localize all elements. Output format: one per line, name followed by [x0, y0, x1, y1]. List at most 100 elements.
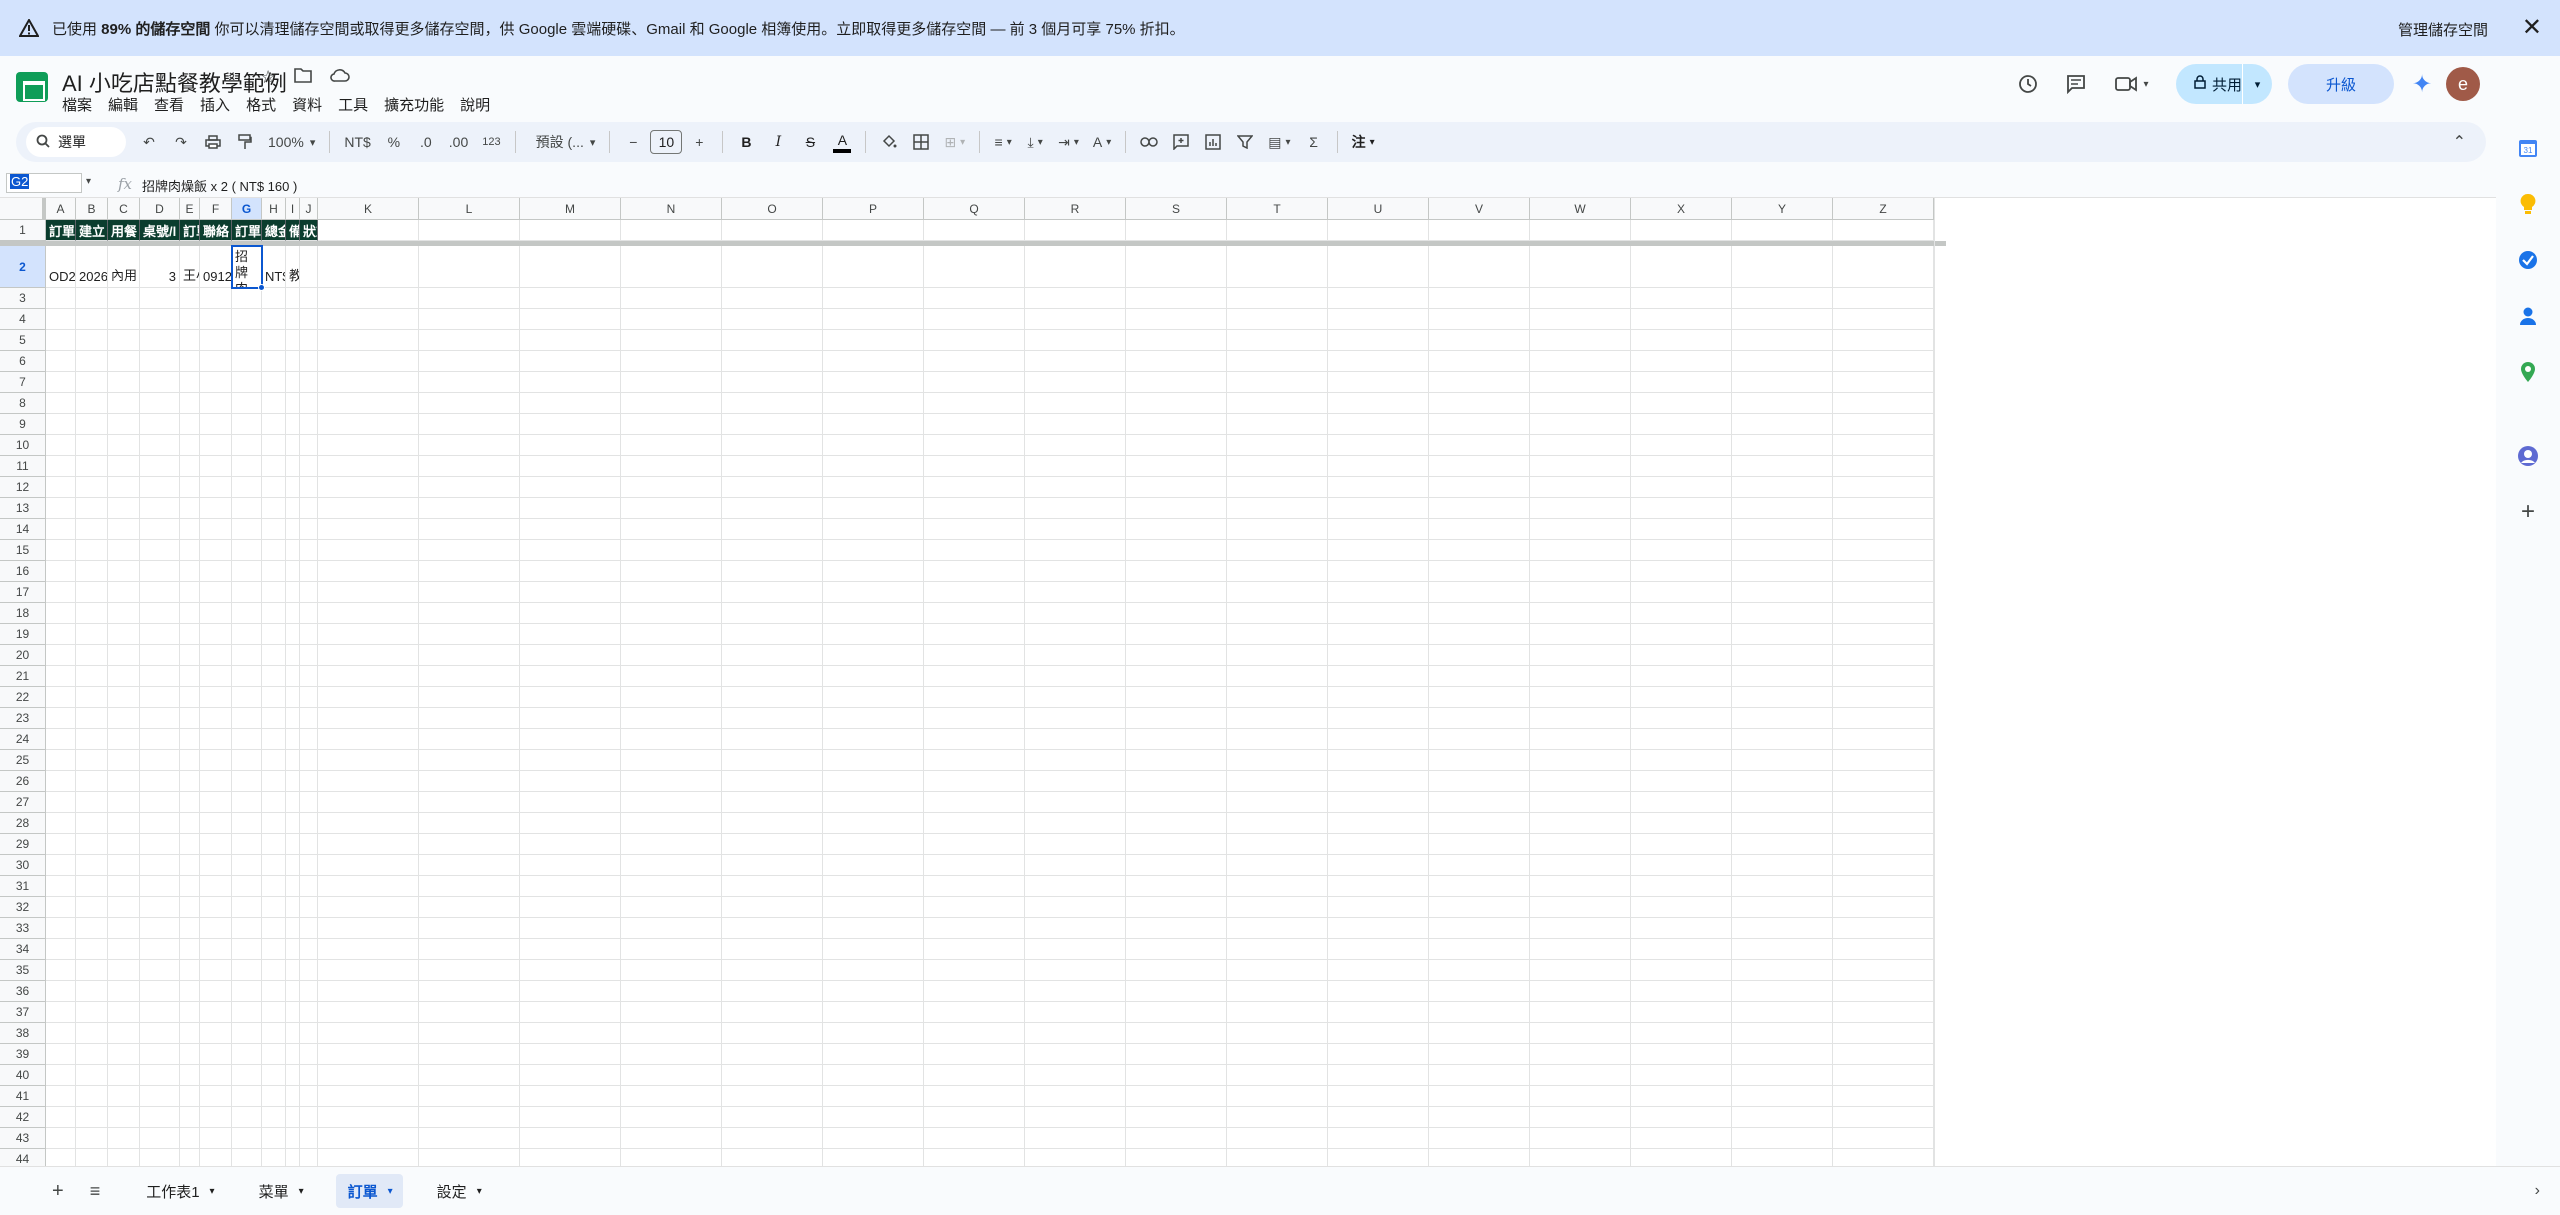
empty-cell[interactable]: [621, 813, 722, 834]
empty-cell[interactable]: [232, 918, 262, 939]
header-cell[interactable]: 建立: [76, 220, 108, 241]
empty-cell[interactable]: [1732, 435, 1833, 456]
empty-cell[interactable]: [286, 729, 300, 750]
empty-cell[interactable]: [1732, 855, 1833, 876]
empty-cell[interactable]: [108, 351, 140, 372]
empty-cell[interactable]: [1025, 624, 1126, 645]
data-cell[interactable]: 3: [140, 246, 180, 288]
empty-cell[interactable]: [1631, 1107, 1732, 1128]
comments-icon[interactable]: [2056, 64, 2096, 104]
empty-cell[interactable]: [823, 771, 924, 792]
empty-cell[interactable]: [318, 477, 419, 498]
empty-cell[interactable]: [76, 1002, 108, 1023]
empty-cell[interactable]: [318, 1149, 419, 1166]
empty-cell[interactable]: [621, 834, 722, 855]
empty-cell[interactable]: [1429, 220, 1530, 241]
empty-cell[interactable]: [621, 939, 722, 960]
empty-cell[interactable]: [1025, 330, 1126, 351]
empty-cell[interactable]: [520, 351, 621, 372]
empty-cell[interactable]: [76, 897, 108, 918]
empty-cell[interactable]: [286, 288, 300, 309]
empty-cell[interactable]: [924, 330, 1025, 351]
empty-cell[interactable]: [924, 750, 1025, 771]
empty-cell[interactable]: [1631, 309, 1732, 330]
data-cell[interactable]: 王小: [180, 246, 200, 288]
empty-cell[interactable]: [46, 435, 76, 456]
header-cell[interactable]: 訂單: [46, 220, 76, 241]
empty-cell[interactable]: [300, 435, 318, 456]
empty-cell[interactable]: [1429, 1023, 1530, 1044]
empty-cell[interactable]: [286, 414, 300, 435]
empty-cell[interactable]: [823, 330, 924, 351]
empty-cell[interactable]: [200, 855, 232, 876]
empty-cell[interactable]: [1732, 666, 1833, 687]
increase-decimal-button[interactable]: .00: [449, 127, 468, 157]
empty-cell[interactable]: [200, 792, 232, 813]
empty-cell[interactable]: [823, 582, 924, 603]
empty-cell[interactable]: [823, 981, 924, 1002]
empty-cell[interactable]: [318, 540, 419, 561]
percent-format-button[interactable]: %: [385, 127, 403, 157]
empty-cell[interactable]: [1328, 414, 1429, 435]
empty-cell[interactable]: [300, 981, 318, 1002]
empty-cell[interactable]: [823, 960, 924, 981]
empty-cell[interactable]: [1227, 624, 1328, 645]
empty-cell[interactable]: [1631, 393, 1732, 414]
empty-cell[interactable]: [300, 1086, 318, 1107]
empty-cell[interactable]: [1530, 309, 1631, 330]
empty-cell[interactable]: [286, 1128, 300, 1149]
empty-cell[interactable]: [318, 687, 419, 708]
empty-cell[interactable]: [76, 960, 108, 981]
empty-cell[interactable]: [1025, 372, 1126, 393]
empty-cell[interactable]: [262, 1065, 286, 1086]
empty-cell[interactable]: [823, 1149, 924, 1166]
empty-cell[interactable]: [108, 1149, 140, 1166]
font-size-input[interactable]: 10: [650, 130, 683, 154]
empty-cell[interactable]: [108, 309, 140, 330]
data-cell[interactable]: 0912: [200, 246, 232, 288]
empty-cell[interactable]: [1631, 498, 1732, 519]
empty-cell[interactable]: [722, 981, 823, 1002]
empty-cell[interactable]: [1833, 288, 1934, 309]
empty-cell[interactable]: [180, 372, 200, 393]
empty-cell[interactable]: [286, 519, 300, 540]
empty-cell[interactable]: [1833, 456, 1934, 477]
empty-cell[interactable]: [621, 498, 722, 519]
empty-cell[interactable]: [286, 624, 300, 645]
empty-cell[interactable]: [1833, 645, 1934, 666]
empty-cell[interactable]: [140, 1023, 180, 1044]
empty-cell[interactable]: [1631, 288, 1732, 309]
empty-cell[interactable]: [76, 288, 108, 309]
empty-cell[interactable]: [1530, 813, 1631, 834]
empty-cell[interactable]: [1631, 792, 1732, 813]
empty-cell[interactable]: [108, 1023, 140, 1044]
currency-format-button[interactable]: NT$: [344, 127, 370, 157]
empty-cell[interactable]: [108, 939, 140, 960]
empty-cell[interactable]: [1025, 519, 1126, 540]
row-header[interactable]: 31: [0, 876, 46, 897]
empty-cell[interactable]: [1328, 1149, 1429, 1166]
empty-cell[interactable]: [1530, 750, 1631, 771]
empty-cell[interactable]: [621, 981, 722, 1002]
empty-cell[interactable]: [108, 771, 140, 792]
empty-cell[interactable]: [1025, 834, 1126, 855]
empty-cell[interactable]: [823, 1065, 924, 1086]
empty-cell[interactable]: [1227, 435, 1328, 456]
empty-cell[interactable]: [722, 456, 823, 477]
empty-cell[interactable]: [46, 372, 76, 393]
empty-cell[interactable]: [1530, 603, 1631, 624]
empty-cell[interactable]: [722, 540, 823, 561]
empty-cell[interactable]: [1631, 960, 1732, 981]
empty-cell[interactable]: [1328, 834, 1429, 855]
empty-cell[interactable]: [924, 981, 1025, 1002]
empty-cell[interactable]: [1025, 708, 1126, 729]
empty-cell[interactable]: [108, 1086, 140, 1107]
empty-cell[interactable]: [1530, 435, 1631, 456]
empty-cell[interactable]: [262, 330, 286, 351]
empty-cell[interactable]: [621, 1002, 722, 1023]
empty-cell[interactable]: [520, 582, 621, 603]
column-header-x[interactable]: X: [1631, 198, 1732, 220]
empty-cell[interactable]: [46, 645, 76, 666]
empty-cell[interactable]: [823, 813, 924, 834]
column-header-h[interactable]: H: [262, 198, 286, 220]
